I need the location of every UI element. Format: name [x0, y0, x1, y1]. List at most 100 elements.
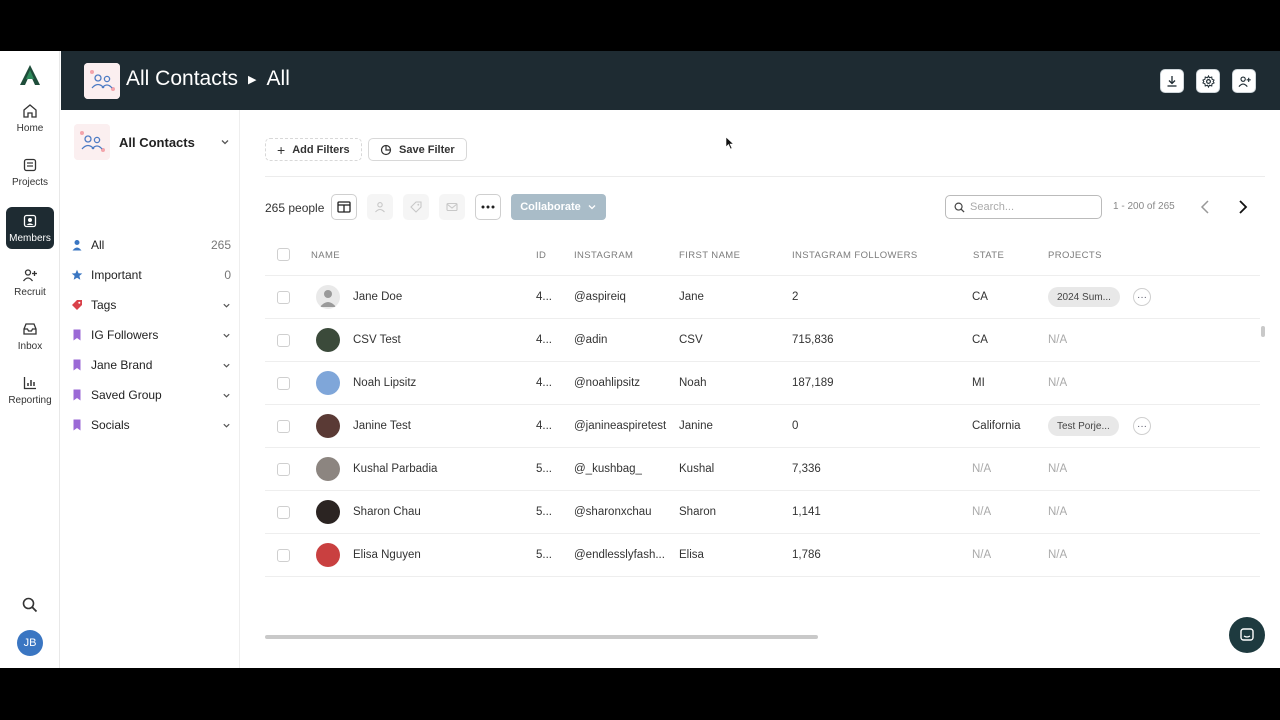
save-filter-button[interactable]: Save Filter: [368, 138, 467, 161]
next-page-button[interactable]: [1230, 194, 1256, 220]
chat-icon: [1240, 628, 1254, 641]
cell-followers: 7,336: [792, 463, 821, 475]
table-row[interactable]: Noah Lipsitz 4... @noahlipsitz Noah 187,…: [265, 361, 1260, 404]
sidebar-item-ig-followers[interactable]: IG Followers: [71, 320, 231, 350]
sidebar-item-label: Important: [91, 268, 142, 282]
rail-home[interactable]: Home: [6, 97, 54, 139]
row-checkbox[interactable]: [277, 291, 290, 304]
settings-button[interactable]: [1196, 69, 1220, 93]
cell-instagram[interactable]: @aspireiq: [574, 291, 672, 303]
cell-name[interactable]: Janine Test: [353, 420, 523, 432]
cell-projects: N/A: [1048, 506, 1068, 518]
rail-projects[interactable]: Projects: [6, 151, 54, 193]
cell-name[interactable]: Elisa Nguyen: [353, 549, 523, 561]
cell-name[interactable]: CSV Test: [353, 334, 523, 346]
assign-owner-button[interactable]: [367, 194, 393, 220]
search-icon[interactable]: [21, 596, 39, 614]
sidebar-item-count: 265: [210, 238, 231, 252]
column-header-instagram[interactable]: INSTAGRAM: [574, 250, 633, 261]
add-contact-button[interactable]: [1232, 69, 1256, 93]
cell-name[interactable]: Sharon Chau: [353, 506, 523, 518]
row-checkbox[interactable]: [277, 549, 290, 562]
cell-instagram[interactable]: @endlesslyfash...: [574, 549, 672, 561]
column-header-name[interactable]: NAME: [311, 250, 340, 261]
horizontal-scrollbar[interactable]: [265, 635, 818, 639]
cell-instagram[interactable]: @janineaspiretest: [574, 420, 672, 432]
user-avatar[interactable]: JB: [17, 630, 43, 656]
row-checkbox[interactable]: [277, 334, 290, 347]
chevron-down-icon[interactable]: [222, 421, 231, 430]
cell-instagram[interactable]: @noahlipsitz: [574, 377, 672, 389]
column-header-projects[interactable]: PROJECTS: [1048, 250, 1102, 261]
rail-members[interactable]: Members: [6, 207, 54, 249]
chevron-down-icon[interactable]: [222, 391, 231, 400]
column-header-state[interactable]: STATE: [973, 250, 1004, 261]
cell-followers: 2: [792, 291, 799, 303]
cell-state: N/A: [972, 506, 992, 518]
row-checkbox[interactable]: [277, 463, 290, 476]
page-title-text: All Contacts: [126, 67, 239, 90]
table-row[interactable]: Sharon Chau 5... @sharonxchau Sharon 1,1…: [265, 490, 1260, 533]
project-pill[interactable]: Test Porje...: [1048, 416, 1119, 436]
column-header-followers[interactable]: INSTAGRAM FOLLOWERS: [792, 250, 918, 261]
sidebar-item-label: Tags: [91, 298, 117, 312]
bookmark-icon: [73, 359, 81, 371]
chevron-down-icon[interactable]: [222, 331, 231, 340]
avatar: [316, 500, 340, 524]
search-box[interactable]: [945, 195, 1102, 219]
pagination-label: 1 - 200 of 265: [1113, 201, 1175, 212]
columns-button[interactable]: [331, 194, 357, 220]
chevron-down-icon[interactable]: [222, 301, 231, 310]
cell-name[interactable]: Kushal Parbadia: [353, 463, 523, 475]
download-button[interactable]: [1160, 69, 1184, 93]
avatar: [316, 285, 340, 309]
rail-recruit-label: Recruit: [14, 286, 46, 298]
more-projects-icon[interactable]: ···: [1133, 288, 1151, 306]
app-logo-icon[interactable]: [18, 63, 42, 87]
sidebar-item-saved-group[interactable]: Saved Group: [71, 380, 231, 410]
table-row[interactable]: Jane Doe 4... @aspireiq Jane 2 CA 2024 S…: [265, 275, 1260, 318]
contacts-dropdown[interactable]: All Contacts: [74, 124, 230, 160]
sidebar-item-important[interactable]: Important 0: [71, 260, 231, 290]
column-header-id[interactable]: ID: [536, 250, 546, 261]
project-pill[interactable]: 2024 Sum...: [1048, 287, 1120, 307]
table-row[interactable]: Janine Test 4... @janineaspiretest Janin…: [265, 404, 1260, 447]
chevron-down-icon[interactable]: [222, 361, 231, 370]
search-input[interactable]: [970, 201, 1090, 213]
column-header-first-name[interactable]: FIRST NAME: [679, 250, 740, 261]
sidebar-item-socials[interactable]: Socials: [71, 410, 231, 440]
rail-inbox-label: Inbox: [17, 340, 43, 352]
vertical-scrollbar[interactable]: [1261, 326, 1265, 337]
cell-name[interactable]: Noah Lipsitz: [353, 377, 523, 389]
cell-first-name: Sharon: [679, 506, 717, 518]
rail-recruit[interactable]: Recruit: [6, 261, 54, 303]
more-actions-button[interactable]: [475, 194, 501, 220]
add-filters-button[interactable]: + Add Filters: [265, 138, 362, 161]
row-checkbox[interactable]: [277, 506, 290, 519]
table-row[interactable]: Elisa Nguyen 5... @endlesslyfash... Elis…: [265, 533, 1260, 576]
select-all-checkbox[interactable]: [277, 248, 290, 261]
support-chat-button[interactable]: [1229, 617, 1265, 653]
row-checkbox[interactable]: [277, 377, 290, 390]
rail-reporting[interactable]: Reporting: [6, 369, 54, 411]
previous-page-button[interactable]: [1192, 194, 1218, 220]
avatar: [316, 414, 340, 438]
email-button[interactable]: [439, 194, 465, 220]
gear-icon: [1201, 74, 1215, 88]
row-checkbox[interactable]: [277, 420, 290, 433]
tag-button[interactable]: [403, 194, 429, 220]
sidebar-item-tags[interactable]: Tags: [71, 290, 231, 320]
cell-instagram[interactable]: @adin: [574, 334, 672, 346]
sidebar-item-jane-brand[interactable]: Jane Brand: [71, 350, 231, 380]
rail-inbox[interactable]: Inbox: [6, 315, 54, 357]
collaborate-button[interactable]: Collaborate: [511, 194, 606, 220]
cell-instagram[interactable]: @_kushbag_: [574, 463, 672, 475]
recruit-icon: [22, 268, 37, 281]
cell-projects: N/A: [1048, 334, 1068, 346]
table-row[interactable]: CSV Test 4... @adin CSV 715,836 CA N/A: [265, 318, 1260, 361]
sidebar-item-all[interactable]: All 265: [71, 230, 231, 260]
table-row[interactable]: Kushal Parbadia 5... @_kushbag_ Kushal 7…: [265, 447, 1260, 490]
cell-instagram[interactable]: @sharonxchau: [574, 506, 672, 518]
more-projects-icon[interactable]: ···: [1133, 417, 1151, 435]
cell-name[interactable]: Jane Doe: [353, 291, 523, 303]
